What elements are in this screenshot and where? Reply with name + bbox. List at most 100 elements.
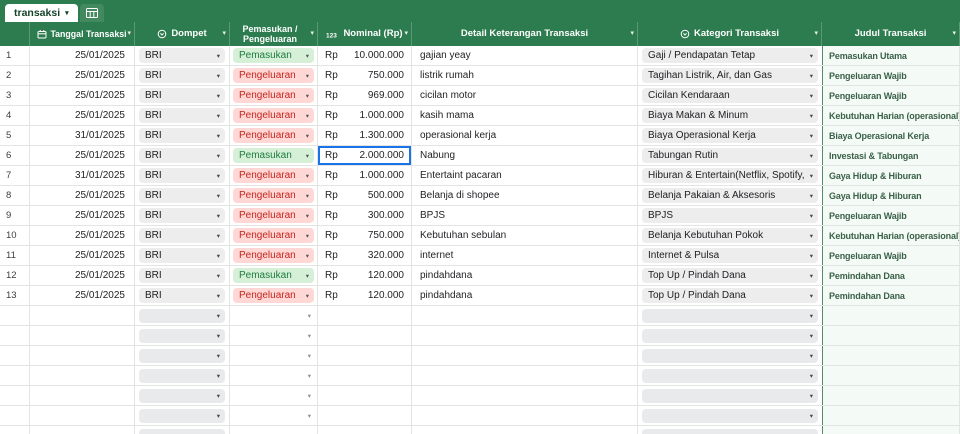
- category-select[interactable]: ▾: [642, 368, 818, 383]
- detail-cell[interactable]: kasih mama: [412, 106, 638, 125]
- amount-cell[interactable]: Rp 120.000: [318, 266, 412, 285]
- amount-cell[interactable]: Rp 1.000.000: [318, 166, 412, 185]
- category-select[interactable]: Tagihan Listrik, Air, dan Gas ▾: [642, 68, 818, 83]
- chevron-down-icon[interactable]: ▾: [308, 332, 314, 340]
- category-select[interactable]: Gaji / Pendapatan Tetap ▾: [642, 48, 818, 63]
- row-number[interactable]: [0, 366, 30, 385]
- detail-cell[interactable]: BPJS: [412, 206, 638, 225]
- row-number[interactable]: [0, 326, 30, 345]
- title-cell[interactable]: [822, 386, 960, 405]
- date-cell[interactable]: [30, 366, 135, 385]
- amount-cell[interactable]: Rp 750.000: [318, 226, 412, 245]
- date-cell[interactable]: [30, 386, 135, 405]
- title-cell[interactable]: Pemindahan Dana: [822, 286, 960, 305]
- detail-cell[interactable]: Nabung: [412, 146, 638, 165]
- amount-cell[interactable]: Rp 300.000: [318, 206, 412, 225]
- chevron-down-icon[interactable]: ▾: [308, 372, 314, 380]
- date-cell[interactable]: 25/01/2025: [30, 246, 135, 265]
- detail-cell[interactable]: pindahdana: [412, 266, 638, 285]
- detail-cell[interactable]: operasional kerja: [412, 126, 638, 145]
- amount-cell[interactable]: [318, 306, 412, 325]
- date-cell[interactable]: [30, 426, 135, 434]
- wallet-select[interactable]: ▾: [139, 328, 225, 343]
- amount-cell[interactable]: [318, 366, 412, 385]
- wallet-select[interactable]: BRI ▾: [139, 268, 225, 283]
- title-cell[interactable]: Kebutuhan Harian (operasional): [822, 106, 960, 125]
- date-cell[interactable]: 25/01/2025: [30, 186, 135, 205]
- row-number[interactable]: [0, 386, 30, 405]
- wallet-select[interactable]: BRI ▾: [139, 108, 225, 123]
- category-select[interactable]: Hiburan & Entertain(Netflix, Spotify, Pa…: [642, 168, 818, 183]
- title-cell[interactable]: [822, 406, 960, 425]
- title-cell[interactable]: Kebutuhan Harian (operasional): [822, 226, 960, 245]
- date-cell[interactable]: 25/01/2025: [30, 206, 135, 225]
- date-cell[interactable]: 31/01/2025: [30, 166, 135, 185]
- wallet-select[interactable]: BRI ▾: [139, 168, 225, 183]
- type-select[interactable]: Pengeluaran ▾: [233, 108, 314, 123]
- title-cell[interactable]: Pengeluaran Wajib: [822, 86, 960, 105]
- detail-cell[interactable]: Entertaint pacaran: [412, 166, 638, 185]
- detail-cell[interactable]: [412, 346, 638, 365]
- row-number[interactable]: 4: [0, 106, 30, 125]
- type-select[interactable]: Pengeluaran ▾: [233, 128, 314, 143]
- row-number[interactable]: 9: [0, 206, 30, 225]
- chevron-down-icon[interactable]: ▾: [222, 29, 226, 39]
- type-select[interactable]: Pengeluaran ▾: [233, 68, 314, 83]
- amount-cell[interactable]: Rp 10.000.000: [318, 46, 412, 65]
- category-select[interactable]: ▾: [642, 408, 818, 423]
- title-cell[interactable]: [822, 366, 960, 385]
- date-cell[interactable]: [30, 406, 135, 425]
- row-number[interactable]: 7: [0, 166, 30, 185]
- detail-cell[interactable]: [412, 326, 638, 345]
- detail-cell[interactable]: cicilan motor: [412, 86, 638, 105]
- date-cell[interactable]: 25/01/2025: [30, 266, 135, 285]
- header-judul-transaksi[interactable]: Judul Transaksi ▾: [822, 22, 960, 46]
- title-cell[interactable]: Pemasukan Utama: [822, 46, 960, 65]
- amount-cell[interactable]: Rp 2.000.000: [318, 146, 412, 165]
- wallet-select[interactable]: BRI ▾: [139, 128, 225, 143]
- wallet-select[interactable]: ▾: [139, 428, 225, 434]
- category-select[interactable]: Cicilan Kendaraan ▾: [642, 88, 818, 103]
- wallet-select[interactable]: BRI ▾: [139, 248, 225, 263]
- amount-cell[interactable]: [318, 386, 412, 405]
- header-row-number[interactable]: [0, 22, 30, 46]
- header-kategori-transaksi[interactable]: Kategori Transaksi ▾: [638, 22, 822, 46]
- title-cell[interactable]: Gaya Hidup & Hiburan: [822, 166, 960, 185]
- category-select[interactable]: BPJS ▾: [642, 208, 818, 223]
- wallet-select[interactable]: ▾: [139, 308, 225, 323]
- wallet-select[interactable]: ▾: [139, 368, 225, 383]
- category-select[interactable]: ▾: [642, 348, 818, 363]
- date-cell[interactable]: [30, 346, 135, 365]
- row-number[interactable]: [0, 306, 30, 325]
- date-cell[interactable]: [30, 306, 135, 325]
- chevron-down-icon[interactable]: ▾: [127, 29, 131, 39]
- category-select[interactable]: Belanja Kebutuhan Pokok ▾: [642, 228, 818, 243]
- wallet-select[interactable]: BRI ▾: [139, 68, 225, 83]
- detail-cell[interactable]: internet: [412, 246, 638, 265]
- title-cell[interactable]: Pengeluaran Wajib: [822, 66, 960, 85]
- header-tanggal-transaksi[interactable]: Tanggal Transaksi ▾: [30, 22, 135, 46]
- wallet-select[interactable]: ▾: [139, 348, 225, 363]
- row-number[interactable]: 5: [0, 126, 30, 145]
- header-dompet[interactable]: Dompet ▾: [135, 22, 230, 46]
- detail-cell[interactable]: Belanja di shopee: [412, 186, 638, 205]
- row-number[interactable]: 3: [0, 86, 30, 105]
- date-cell[interactable]: 25/01/2025: [30, 146, 135, 165]
- detail-cell[interactable]: pindahdana: [412, 286, 638, 305]
- row-number[interactable]: 11: [0, 246, 30, 265]
- row-number[interactable]: 10: [0, 226, 30, 245]
- amount-cell[interactable]: Rp 320.000: [318, 246, 412, 265]
- chevron-down-icon[interactable]: ▾: [630, 29, 634, 39]
- type-select[interactable]: Pengeluaran ▾: [233, 208, 314, 223]
- date-cell[interactable]: 25/01/2025: [30, 286, 135, 305]
- wallet-select[interactable]: BRI ▾: [139, 208, 225, 223]
- tab-transaksi[interactable]: transaksi ▾: [5, 4, 78, 22]
- row-number[interactable]: 1: [0, 46, 30, 65]
- row-number[interactable]: 12: [0, 266, 30, 285]
- category-select[interactable]: ▾: [642, 388, 818, 403]
- type-select[interactable]: Pengeluaran ▾: [233, 168, 314, 183]
- detail-cell[interactable]: [412, 426, 638, 434]
- detail-cell[interactable]: Kebutuhan sebulan: [412, 226, 638, 245]
- chevron-down-icon[interactable]: ▾: [308, 352, 314, 360]
- amount-cell[interactable]: Rp 750.000: [318, 66, 412, 85]
